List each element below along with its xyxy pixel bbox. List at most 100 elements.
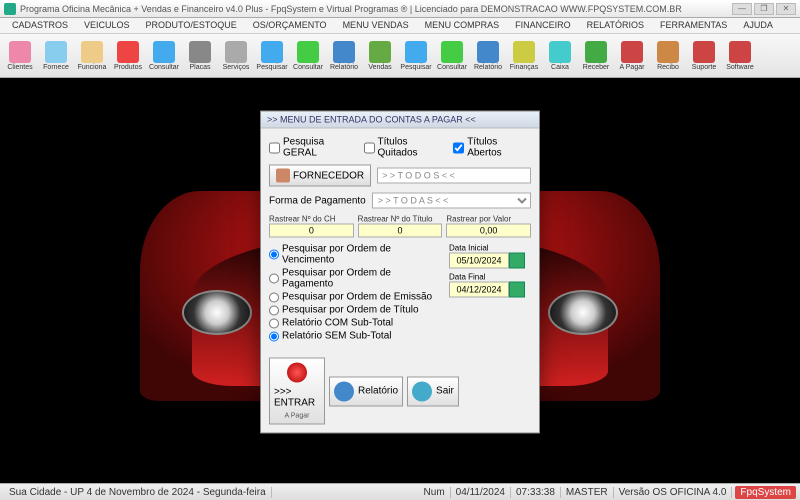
menu-financeiro[interactable]: FINANCEIRO (507, 18, 579, 33)
close-button[interactable]: ✕ (776, 3, 796, 15)
toolbar-recibo[interactable]: Recibo (650, 36, 686, 75)
toolbar-finanças[interactable]: Finanças (506, 36, 542, 75)
toolbar-icon (549, 41, 571, 63)
toolbar-relatório[interactable]: Relatório (326, 36, 362, 75)
window-titlebar: Programa Oficina Mecânica + Vendas e Fin… (0, 0, 800, 18)
contas-a-pagar-dialog: >> MENU DE ENTRADA DO CONTAS A PAGAR << … (260, 111, 540, 434)
data-inicial-label: Data Inicial (449, 244, 531, 253)
dialog-title: >> MENU DE ENTRADA DO CONTAS A PAGAR << (261, 112, 539, 129)
window-title: Programa Oficina Mecânica + Vendas e Fin… (20, 4, 682, 14)
toolbar-serviços[interactable]: Serviços (218, 36, 254, 75)
app-icon (4, 3, 16, 15)
toolbar: ClientesForneceFuncionaProdutosConsultar… (0, 34, 800, 78)
toolbar-icon (513, 41, 535, 63)
radio-5[interactable]: Relatório SEM Sub-Total (269, 331, 441, 342)
track-label: Rastrear por Valor (446, 215, 531, 224)
menubar: CADASTROSVEICULOSPRODUTO/ESTOQUEOS/ORÇAM… (0, 18, 800, 34)
track-label: Rastrear Nº do CH (269, 215, 354, 224)
calendar-icon[interactable] (509, 253, 525, 269)
sair-button[interactable]: Sair (407, 376, 459, 406)
forma-pagamento-select[interactable]: > > T O D A S < < (372, 193, 531, 209)
toolbar-funciona[interactable]: Funciona (74, 36, 110, 75)
toolbar-icon (225, 41, 247, 63)
radio-0[interactable]: Pesquisar por Ordem de Vencimento (269, 244, 441, 266)
toolbar-pesquisar[interactable]: Pesquisar (398, 36, 434, 75)
toolbar-icon (261, 41, 283, 63)
status-city: Sua Cidade - UP 4 de Novembro de 2024 - … (4, 487, 272, 498)
radio-4[interactable]: Relatório COM Sub-Total (269, 318, 441, 329)
status-time: 07:33:38 (511, 487, 561, 498)
track-label: Rastrear Nº do Título (358, 215, 443, 224)
toolbar-vendas[interactable]: Vendas (362, 36, 398, 75)
toolbar-consultar[interactable]: Consultar (146, 36, 182, 75)
dollar-icon (287, 363, 307, 383)
toolbar-consultar[interactable]: Consultar (434, 36, 470, 75)
radio-3[interactable]: Pesquisar por Ordem de Título (269, 305, 441, 316)
fornecedor-button[interactable]: FORNECEDOR (269, 165, 371, 187)
pesquisa-geral-checkbox[interactable]: Pesquisa GERAL (269, 137, 358, 159)
toolbar-relatório[interactable]: Relatório (470, 36, 506, 75)
toolbar-icon (441, 41, 463, 63)
radio-1[interactable]: Pesquisar por Ordem de Pagamento (269, 268, 441, 290)
toolbar-icon (153, 41, 175, 63)
toolbar-icon (297, 41, 319, 63)
track-input-0[interactable] (269, 224, 354, 238)
toolbar-icon (45, 41, 67, 63)
toolbar-icon (585, 41, 607, 63)
data-inicial-input[interactable] (449, 253, 509, 269)
fornecedor-field[interactable]: > > T O D O S < < (377, 168, 531, 184)
toolbar-icon (693, 41, 715, 63)
forma-pagamento-label: Forma de Pagamento (269, 195, 366, 206)
toolbar-software[interactable]: Software (722, 36, 758, 75)
toolbar-produtos[interactable]: Produtos (110, 36, 146, 75)
radio-2[interactable]: Pesquisar por Ordem de Emissão (269, 292, 441, 303)
exit-icon (412, 381, 432, 401)
toolbar-icon (189, 41, 211, 63)
menu-menu vendas[interactable]: MENU VENDAS (335, 18, 417, 33)
menu-veiculos[interactable]: VEICULOS (76, 18, 138, 33)
toolbar-icon (81, 41, 103, 63)
titulos-quitados-checkbox[interactable]: Títulos Quitados (364, 137, 448, 159)
toolbar-a pagar[interactable]: A Pagar (614, 36, 650, 75)
track-input-1[interactable] (358, 224, 443, 238)
toolbar-receber[interactable]: Receber (578, 36, 614, 75)
menu-ajuda[interactable]: AJUDA (735, 18, 781, 33)
status-version: Versão OS OFICINA 4.0 (614, 487, 733, 498)
toolbar-fornece[interactable]: Fornece (38, 36, 74, 75)
toolbar-caixa[interactable]: Caixa (542, 36, 578, 75)
menu-produto/estoque[interactable]: PRODUTO/ESTOQUE (138, 18, 245, 33)
status-num: Num (419, 487, 451, 498)
maximize-button[interactable]: ❐ (754, 3, 774, 15)
data-final-input[interactable] (449, 282, 509, 298)
status-user: MASTER (561, 487, 614, 498)
status-date: 04/11/2024 (451, 487, 511, 498)
calendar-icon[interactable] (509, 282, 525, 298)
track-input-2[interactable] (446, 224, 531, 238)
minimize-button[interactable]: — (732, 3, 752, 15)
menu-os/orçamento[interactable]: OS/ORÇAMENTO (245, 18, 335, 33)
entrar-button[interactable]: >>> ENTRAR A Pagar (269, 358, 325, 425)
person-icon (276, 169, 290, 183)
toolbar-icon (477, 41, 499, 63)
toolbar-clientes[interactable]: Clientes (2, 36, 38, 75)
menu-menu compras[interactable]: MENU COMPRAS (417, 18, 508, 33)
menu-relatórios[interactable]: RELATÓRIOS (579, 18, 652, 33)
toolbar-icon (9, 41, 31, 63)
toolbar-icon (369, 41, 391, 63)
toolbar-icon (405, 41, 427, 63)
titulos-abertos-checkbox[interactable]: Títulos Abertos (453, 137, 531, 159)
relatorio-button[interactable]: Relatório (329, 376, 403, 406)
menu-ferramentas[interactable]: FERRAMENTAS (652, 18, 735, 33)
toolbar-icon (729, 41, 751, 63)
toolbar-icon (657, 41, 679, 63)
report-icon (334, 381, 354, 401)
toolbar-consultar[interactable]: Consultar (290, 36, 326, 75)
brand-button[interactable]: FpqSystem (735, 486, 796, 499)
menu-cadastros[interactable]: CADASTROS (4, 18, 76, 33)
toolbar-icon (333, 41, 355, 63)
toolbar-placas[interactable]: Placas (182, 36, 218, 75)
statusbar: Sua Cidade - UP 4 de Novembro de 2024 - … (0, 483, 800, 500)
toolbar-suporte[interactable]: Suporte (686, 36, 722, 75)
toolbar-pesquisar[interactable]: Pesquisar (254, 36, 290, 75)
toolbar-icon (117, 41, 139, 63)
